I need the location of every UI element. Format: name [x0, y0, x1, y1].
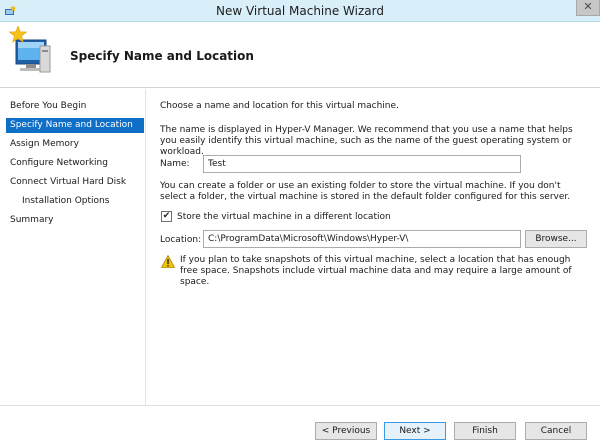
- wizard-step-nav: Before You Begin Specify Name and Locati…: [0, 89, 146, 405]
- wizard-header: Specify Name and Location: [0, 22, 600, 88]
- cancel-button[interactable]: Cancel: [525, 422, 587, 440]
- name-help-text: The name is displayed in Hyper-V Manager…: [160, 125, 573, 157]
- folder-help-text: You can create a folder or use an existi…: [160, 181, 571, 202]
- window-title: New Virtual Machine Wizard: [216, 4, 384, 18]
- warning-text: If you plan to take snapshots of this vi…: [180, 255, 572, 287]
- close-button[interactable]: ✕: [576, 0, 600, 16]
- wizard-body: Before You Begin Specify Name and Locati…: [0, 89, 600, 405]
- name-input[interactable]: Test: [203, 155, 521, 173]
- next-button[interactable]: Next >: [384, 422, 446, 440]
- nav-item-configure-networking[interactable]: Configure Networking: [6, 156, 144, 171]
- nav-item-installation-options[interactable]: Installation Options: [6, 194, 144, 209]
- warning-icon: [161, 255, 175, 268]
- location-input[interactable]: C:\ProgramData\Microsoft\Windows\Hyper-V…: [203, 230, 521, 248]
- nav-item-assign-memory[interactable]: Assign Memory: [6, 137, 144, 152]
- nav-item-connect-virtual-hard-disk[interactable]: Connect Virtual Hard Disk: [6, 175, 144, 190]
- nav-item-specify-name-and-location[interactable]: Specify Name and Location: [6, 118, 144, 133]
- store-different-location-checkbox[interactable]: ✔: [161, 211, 172, 222]
- store-different-location-label: Store the virtual machine in a different…: [177, 212, 391, 222]
- wizard-footer: < Previous Next > Finish Cancel: [0, 405, 600, 441]
- location-label: Location:: [160, 235, 202, 245]
- finish-button[interactable]: Finish: [454, 422, 516, 440]
- wizard-computer-icon: [8, 26, 51, 73]
- page-title: Specify Name and Location: [70, 49, 254, 63]
- name-label: Name:: [160, 159, 190, 169]
- previous-button[interactable]: < Previous: [315, 422, 377, 440]
- nav-item-summary[interactable]: Summary: [6, 213, 144, 228]
- browse-button[interactable]: Browse...: [525, 230, 587, 248]
- intro-text: Choose a name and location for this virt…: [160, 101, 399, 111]
- nav-item-before-you-begin[interactable]: Before You Begin: [6, 99, 144, 114]
- title-bar: New Virtual Machine Wizard ✕: [0, 0, 600, 22]
